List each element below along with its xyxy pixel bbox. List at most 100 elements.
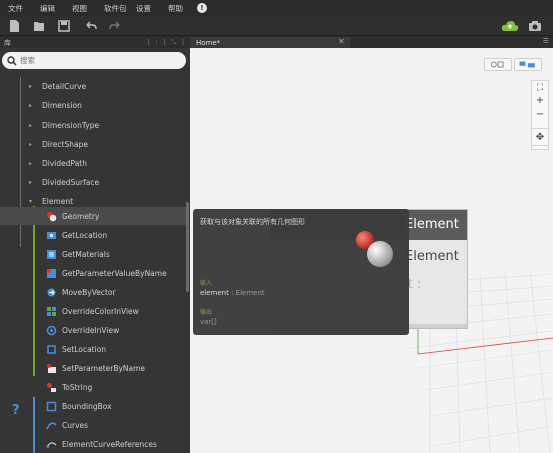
- curves-icon: [46, 420, 57, 431]
- pan-icon[interactable]: ✥: [531, 128, 549, 146]
- camera-icon[interactable]: [528, 19, 542, 33]
- undo-icon[interactable]: [84, 19, 98, 33]
- menu-help[interactable]: 帮助: [160, 3, 192, 14]
- library-header-controls[interactable]: | ⁝ | ⤡ |: [148, 39, 190, 47]
- expand-arrow-icon: ▸: [29, 121, 33, 129]
- list-item-label: Geometry: [62, 211, 100, 221]
- geometry-icon: [46, 211, 57, 222]
- library-panel: 库 | ⁝ | ⤡ | ▸ DetailCurve ▸ Dimension ▸ …: [0, 37, 190, 453]
- list-item-label: GetLocation: [62, 230, 108, 240]
- search-icon: [7, 55, 17, 66]
- search-input[interactable]: [20, 56, 170, 65]
- category-dimension[interactable]: ▸ Dimension: [0, 96, 186, 114]
- expand-arrow-icon: ▸: [29, 178, 33, 186]
- notification-icon[interactable]: !: [197, 3, 207, 13]
- override-icon: [46, 325, 57, 336]
- zoom-in-icon[interactable]: +: [532, 95, 548, 106]
- expand-arrow-icon: ▸: [29, 140, 33, 148]
- set-parameter-icon: [46, 363, 57, 374]
- node-input-port-label[interactable]: Element: [405, 249, 459, 264]
- category-detailcurve[interactable]: ▸ DetailCurve: [0, 77, 186, 95]
- expand-arrow-icon: ▸: [29, 159, 33, 167]
- tooltip-output-type: var[]: [200, 318, 217, 326]
- list-item-elementcurvereferences[interactable]: ElementCurveReferences: [0, 435, 186, 453]
- list-item-overridecolorinview[interactable]: OverrideColorInView: [0, 302, 186, 320]
- materials-icon: [46, 249, 57, 260]
- expand-arrow-icon: ▸: [29, 101, 33, 109]
- background-preview-toggle[interactable]: [514, 58, 542, 71]
- curve-references-icon: [46, 439, 57, 450]
- tooltip-input-value: element : Element: [200, 289, 265, 297]
- list-item-tostring[interactable]: ToString: [0, 378, 186, 396]
- move-icon: [46, 287, 57, 298]
- list-item-label: OverrideColorInView: [62, 306, 139, 316]
- list-item-setlocation[interactable]: SetLocation: [0, 340, 186, 358]
- close-icon[interactable]: ✕: [338, 37, 345, 46]
- category-label: Dimension: [42, 100, 82, 110]
- workspace-tabbar: Home* ✕ ☰: [190, 37, 553, 48]
- category-label: DimensionType: [42, 120, 100, 130]
- list-item-boundingbox[interactable]: BoundingBox: [0, 397, 186, 415]
- list-item-overrideinview[interactable]: OverrideInView: [0, 321, 186, 339]
- category-label: DividedSurface: [42, 177, 100, 187]
- geometry-icon: [348, 221, 398, 271]
- search-box[interactable]: [2, 52, 186, 69]
- list-item-movebyvector[interactable]: MoveByVector: [0, 283, 186, 301]
- list-item-geometry[interactable]: Geometry: [0, 207, 186, 225]
- category-label: DetailCurve: [42, 81, 87, 91]
- list-item-label: GetParameterValueByName: [62, 268, 167, 278]
- list-item-setparameterbyname[interactable]: SetParameterByName: [0, 359, 186, 377]
- list-item-label: ElementCurveReferences: [62, 439, 157, 449]
- tooltip-output-header: 输出: [200, 309, 213, 316]
- menu-view[interactable]: 视图: [64, 3, 96, 14]
- tooltip-input-header: 输入: [200, 280, 213, 287]
- category-dimensiontype[interactable]: ▸ DimensionType: [0, 116, 186, 134]
- zoom-fit-icon[interactable]: ⛶: [532, 83, 548, 93]
- category-label: DividedPath: [42, 158, 87, 168]
- category-dividedpath[interactable]: ▸ DividedPath: [0, 154, 186, 172]
- library-header: 库 | ⁝ | ⤡ |: [0, 37, 190, 48]
- library-title: 库: [4, 38, 11, 47]
- menu-icon[interactable]: ☰: [543, 37, 549, 45]
- cloud-upload-icon[interactable]: [501, 19, 519, 33]
- parameter-icon: [46, 268, 57, 279]
- expand-arrow-icon: ▸: [29, 82, 33, 90]
- collapse-arrow-icon: ▾: [29, 197, 33, 205]
- node-tooltip: 获取与该对象关联的所有几何图形 输入 element : Element 输出 …: [193, 209, 409, 335]
- zoom-out-icon[interactable]: −: [532, 109, 548, 120]
- tab-home[interactable]: Home*: [190, 37, 350, 48]
- list-item-getparametervaluebyname[interactable]: GetParameterValueByName: [0, 264, 186, 282]
- list-item-label: OverrideInView: [62, 325, 120, 335]
- menu-file[interactable]: 文件: [0, 3, 32, 14]
- list-item-getmaterials[interactable]: GetMaterials: [0, 245, 186, 263]
- category-directshape[interactable]: ▸ DirectShape: [0, 135, 186, 153]
- library-scrollbar[interactable]: [186, 202, 189, 292]
- list-item-curves[interactable]: Curves: [0, 416, 186, 434]
- list-item-label: GetMaterials: [62, 249, 110, 259]
- menu-bar: 文件 编辑 视图 软件包 设置 帮助 !: [0, 0, 553, 16]
- location-icon: [46, 230, 57, 241]
- tooltip-input-type: : Element: [228, 289, 265, 297]
- list-item-label: SetParameterByName: [62, 363, 146, 373]
- list-item-label: ToString: [62, 382, 93, 392]
- list-item-getlocation[interactable]: GetLocation: [0, 226, 186, 244]
- color-override-icon: [46, 306, 57, 317]
- tostring-icon: [46, 382, 57, 393]
- tooltip-input-name: element: [200, 289, 229, 297]
- menu-packages[interactable]: 软件包: [96, 3, 128, 14]
- graph-view-toggle[interactable]: [484, 58, 512, 71]
- redo-icon[interactable]: [108, 19, 122, 33]
- menu-edit[interactable]: 编辑: [32, 3, 64, 14]
- category-label: DirectShape: [42, 139, 88, 149]
- node-title: Element: [405, 217, 459, 232]
- list-item-label: Curves: [62, 420, 89, 430]
- category-label: Element: [42, 196, 74, 206]
- tab-home-label: Home*: [196, 38, 221, 47]
- list-item-label: MoveByVector: [62, 287, 116, 297]
- open-file-icon[interactable]: [32, 19, 46, 33]
- menu-settings[interactable]: 设置: [128, 3, 160, 14]
- save-icon[interactable]: [57, 19, 71, 33]
- category-dividedsurface[interactable]: ▸ DividedSurface: [0, 173, 186, 191]
- bounding-box-icon: [46, 401, 57, 412]
- new-file-icon[interactable]: [7, 19, 21, 33]
